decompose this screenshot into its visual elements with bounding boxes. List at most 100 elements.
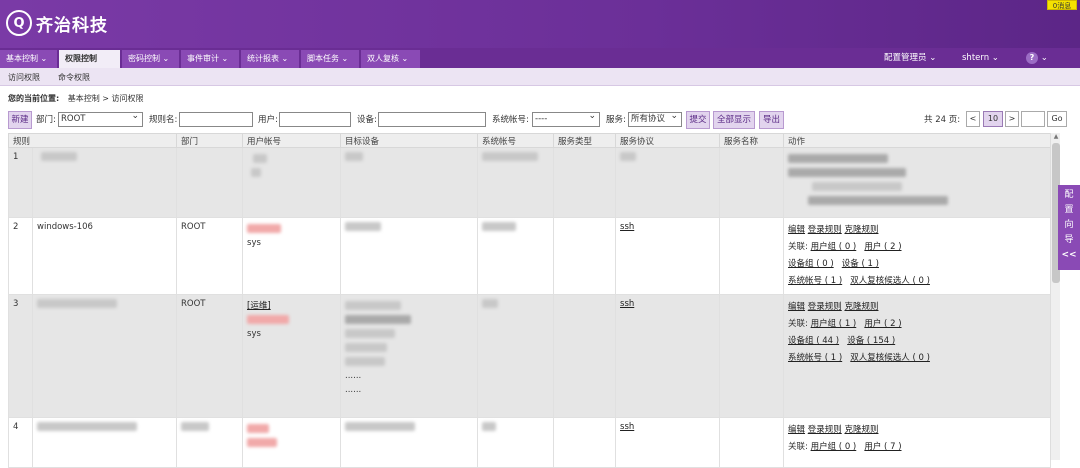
role-selector[interactable]: 配置管理员 ⌄ bbox=[884, 48, 936, 68]
device-input[interactable] bbox=[378, 112, 486, 127]
pager-prev-button[interactable]: < bbox=[966, 111, 980, 127]
login-rule-link[interactable]: 登录规则 bbox=[808, 425, 842, 435]
devices-link[interactable]: 设备 ( 154 ) bbox=[847, 336, 895, 346]
filter-toolbar: 新建 部门: ROOT 规则名: 用户: 设备: 系统帐号: ---- 服务: … bbox=[0, 109, 1080, 131]
submit-button[interactable]: 提交 bbox=[686, 111, 710, 129]
pager-current[interactable]: 10 bbox=[983, 111, 1003, 127]
user-group-link[interactable]: 用户组 ( 0 ) bbox=[811, 442, 857, 452]
redacted-text bbox=[251, 168, 262, 177]
rule-name[interactable]: windows-106 bbox=[31, 217, 178, 295]
col-header-rule[interactable]: 规则 bbox=[7, 133, 178, 148]
wizard-label-char: 配 bbox=[1064, 190, 1074, 200]
brand-logo[interactable]: Q 齐治科技 bbox=[6, 10, 108, 36]
help-menu[interactable]: ? ⌄ bbox=[1026, 48, 1048, 68]
config-wizard-tab[interactable]: 配 置 向 导 << bbox=[1058, 185, 1080, 270]
pager-go-button[interactable]: Go bbox=[1047, 111, 1067, 127]
clone-rule-link[interactable]: 克隆规则 bbox=[844, 425, 878, 435]
device-group-link[interactable]: 设备组 ( 0 ) bbox=[788, 259, 834, 269]
rule-name-input[interactable] bbox=[179, 112, 253, 127]
dept-select[interactable]: ROOT bbox=[58, 110, 143, 127]
nav-script-tasks[interactable]: 脚本任务 ⌄ bbox=[301, 50, 360, 68]
collapse-icon[interactable]: << bbox=[1058, 248, 1080, 263]
nav-password-control[interactable]: 密码控制 ⌄ bbox=[122, 50, 180, 68]
sys-accounts-link[interactable]: 系统帐号 ( 1 ) bbox=[788, 353, 842, 363]
pager-page-input[interactable] bbox=[1021, 111, 1045, 127]
show-all-button[interactable]: 全部显示 bbox=[713, 111, 755, 129]
col-header-sys-account[interactable]: 系统帐号 bbox=[477, 133, 555, 148]
redacted-text bbox=[41, 152, 77, 161]
user-group-link[interactable]: 用户组 ( 1 ) bbox=[811, 319, 857, 329]
message-badge[interactable]: 0消息 bbox=[1047, 0, 1077, 10]
nav-event-audit[interactable]: 事件审计 ⌄ bbox=[181, 50, 240, 68]
users-link[interactable]: 用户 ( 7 ) bbox=[864, 442, 901, 452]
wizard-label-char: 向 bbox=[1064, 220, 1074, 230]
rule-service-name bbox=[719, 417, 785, 468]
clone-rule-link[interactable]: 克隆规则 bbox=[844, 302, 878, 312]
device-more: ...... bbox=[345, 385, 362, 395]
rule-name-label: 规则名: bbox=[149, 115, 178, 125]
protocol-link[interactable]: ssh bbox=[620, 299, 634, 309]
redacted-text bbox=[345, 422, 416, 431]
clone-rule-link[interactable]: 克隆规则 bbox=[844, 225, 878, 235]
reviewers-link[interactable]: 双人复核候选人 ( 0 ) bbox=[850, 276, 930, 286]
sys-accounts-link[interactable]: 系统帐号 ( 1 ) bbox=[788, 276, 842, 286]
redacted-text bbox=[37, 299, 117, 308]
redacted-text bbox=[482, 222, 517, 231]
export-button[interactable]: 导出 bbox=[759, 111, 784, 129]
nav-permission-control[interactable]: 权限控制 bbox=[59, 50, 121, 68]
redacted-text bbox=[345, 357, 386, 366]
device-label: 设备: bbox=[357, 115, 377, 125]
rule-service-name bbox=[719, 217, 785, 295]
devices-link[interactable]: 设备 ( 1 ) bbox=[842, 259, 879, 269]
edit-link[interactable]: 编辑 bbox=[788, 225, 805, 235]
new-button[interactable]: 新建 bbox=[8, 111, 32, 129]
users-link[interactable]: 用户 ( 2 ) bbox=[864, 319, 901, 329]
scroll-up-icon[interactable]: ▲ bbox=[1052, 133, 1060, 141]
edit-link[interactable]: 编辑 bbox=[788, 302, 805, 312]
redacted-text bbox=[345, 152, 364, 161]
reviewers-link[interactable]: 双人复核候选人 ( 0 ) bbox=[850, 353, 930, 363]
rule-user bbox=[242, 147, 342, 218]
user-group-link[interactable]: 用户组 ( 0 ) bbox=[811, 242, 857, 252]
service-select[interactable]: 所有协议 bbox=[628, 110, 682, 127]
subnav-access-permission[interactable]: 访问权限 bbox=[8, 72, 40, 83]
users-link[interactable]: 用户 ( 2 ) bbox=[864, 242, 901, 252]
col-header-service-type[interactable]: 服务类型 bbox=[553, 133, 617, 148]
redacted-text bbox=[808, 196, 949, 205]
col-header-protocol[interactable]: 服务协议 bbox=[615, 133, 721, 148]
subnav-command-permission[interactable]: 命令权限 bbox=[58, 72, 90, 83]
protocol-link[interactable]: ssh bbox=[620, 222, 634, 232]
rule-user: sys bbox=[242, 217, 342, 295]
login-rule-link[interactable]: 登录规则 bbox=[808, 225, 842, 235]
logo-icon: Q bbox=[6, 10, 32, 36]
redacted-text bbox=[788, 168, 907, 177]
col-header-service-name[interactable]: 服务名称 bbox=[719, 133, 785, 148]
rule-service-name bbox=[719, 294, 785, 418]
rule-protocol: ssh bbox=[615, 217, 721, 295]
rule-protocol: ssh bbox=[615, 417, 721, 468]
user-input[interactable] bbox=[279, 112, 351, 127]
edit-link[interactable]: 编辑 bbox=[788, 425, 805, 435]
table-scrollbar[interactable]: ▲ bbox=[1050, 133, 1060, 460]
service-label: 服务: bbox=[606, 115, 626, 125]
nav-dual-review[interactable]: 双人复核 ⌄ bbox=[361, 50, 421, 68]
device-group-link[interactable]: 设备组 ( 44 ) bbox=[788, 336, 839, 346]
nav-basic-control[interactable]: 基本控制 ⌄ bbox=[0, 50, 58, 68]
user-menu[interactable]: shtern ⌄ bbox=[962, 48, 999, 68]
rule-number: 4 bbox=[8, 417, 33, 468]
col-header-dept[interactable]: 部门 bbox=[176, 133, 244, 148]
col-header-device[interactable]: 目标设备 bbox=[340, 133, 479, 148]
redacted-text bbox=[482, 152, 539, 161]
sys-account-select[interactable]: ---- bbox=[532, 110, 600, 127]
rule-service-type bbox=[553, 147, 617, 218]
table-header-row: 规则 部门 用户帐号 目标设备 系统帐号 服务类型 服务协议 服务名称 动作 bbox=[7, 133, 1052, 148]
pager-next-button[interactable]: > bbox=[1005, 111, 1019, 127]
breadcrumb-label: 您的当前位置: bbox=[8, 94, 60, 103]
nav-statistics[interactable]: 统计报表 ⌄ bbox=[241, 50, 300, 68]
col-header-user[interactable]: 用户帐号 bbox=[242, 133, 342, 148]
breadcrumb-path: 基本控制 > 访问权限 bbox=[67, 94, 144, 103]
redacted-text bbox=[345, 343, 388, 352]
user-tag-link[interactable]: [运维] bbox=[247, 301, 271, 311]
protocol-link[interactable]: ssh bbox=[620, 422, 634, 432]
login-rule-link[interactable]: 登录规则 bbox=[808, 302, 842, 312]
